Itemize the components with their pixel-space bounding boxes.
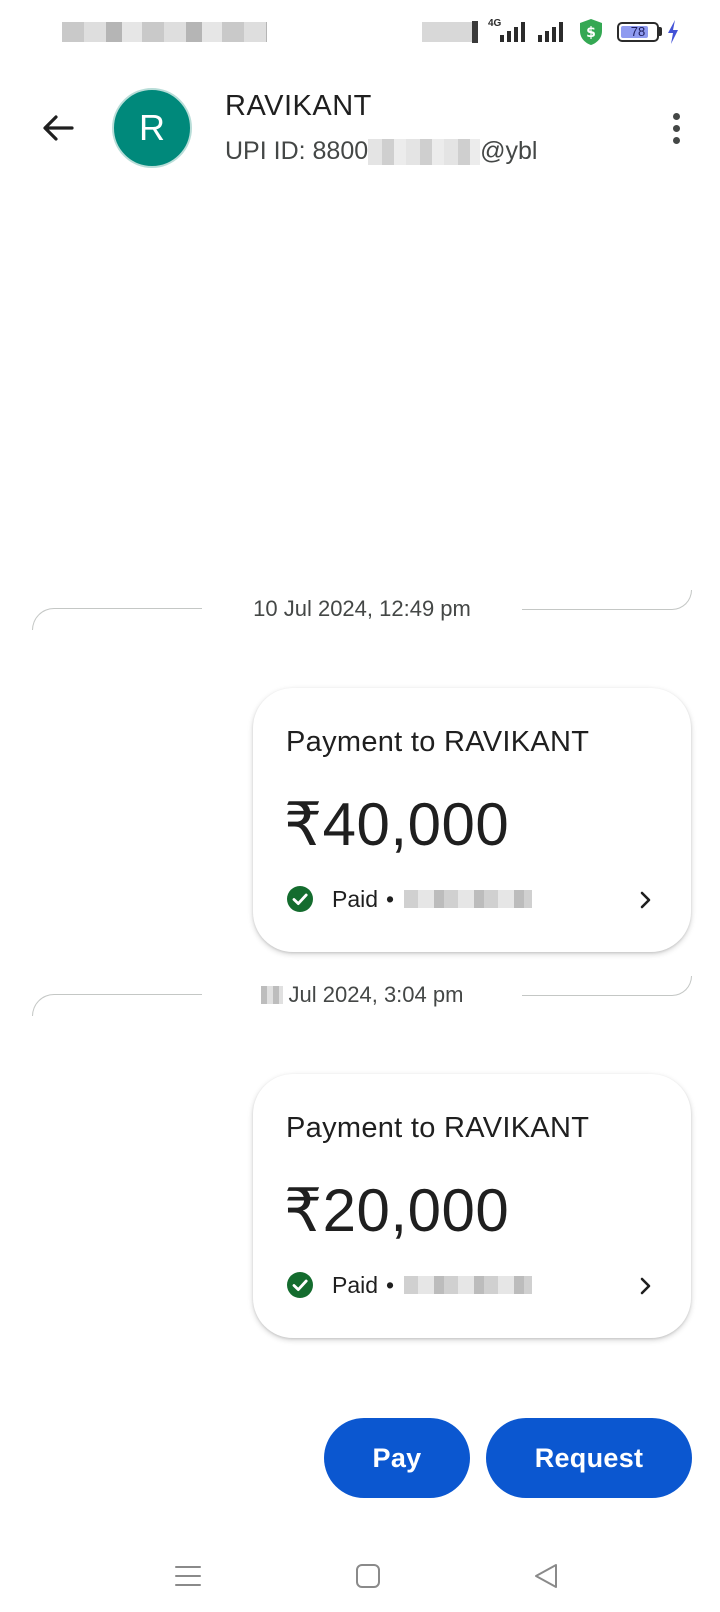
- battery-tip: [659, 27, 662, 36]
- payment-status-label: Paid: [332, 885, 379, 912]
- transaction-date-text: Jul 2024, 3:04 pm: [288, 982, 464, 1007]
- battery-icon: 78: [617, 22, 659, 42]
- network-indicator: [472, 21, 478, 43]
- check-circle-icon: [287, 1272, 313, 1298]
- payment-title: Payment to RAVIKANT: [286, 726, 590, 758]
- redacted-day: [260, 986, 283, 1004]
- home-square-icon: [356, 1564, 380, 1588]
- back-triangle-icon: [535, 1564, 557, 1588]
- signal-icon: [538, 20, 563, 42]
- redacted-time: [62, 22, 267, 42]
- more-vert-icon-dot: [672, 136, 680, 144]
- check-circle-icon: [287, 886, 313, 912]
- payment-status-label: Paid: [332, 1271, 379, 1298]
- request-button[interactable]: Request: [486, 1418, 692, 1498]
- payment-history-screen: 4G $ 78 R RAVIKANT UPI ID: 8800 @ybl 10 …: [0, 0, 720, 1612]
- more-options-button[interactable]: [652, 104, 700, 152]
- upi-id: UPI ID: 8800 @ybl: [225, 137, 537, 166]
- signal-icon: [500, 20, 525, 42]
- chevron-right-icon: [640, 891, 651, 909]
- shield-dollar-icon: $: [580, 19, 602, 45]
- redacted-upi-digits: [368, 138, 481, 165]
- status-bar: 4G $ 78: [0, 0, 720, 64]
- status-separator: •: [386, 1271, 395, 1298]
- payment-title: Payment to RAVIKANT: [286, 1112, 590, 1144]
- chevron-right-icon: [640, 1277, 651, 1295]
- system-back-button[interactable]: [522, 1552, 570, 1600]
- upi-id-prefix: UPI ID: 8800: [225, 137, 369, 165]
- payment-card[interactable]: Payment to RAVIKANT ₹40,000 Paid •: [253, 688, 691, 952]
- pay-button[interactable]: Pay: [324, 1418, 470, 1498]
- date-separator: Jul 2024, 3:04 pm: [32, 976, 692, 1016]
- charging-bolt-icon: [668, 20, 678, 44]
- transaction-date: 10 Jul 2024, 12:49 pm: [253, 596, 471, 621]
- payment-amount: ₹20,000: [284, 1177, 510, 1244]
- svg-text:$: $: [586, 25, 596, 41]
- payment-status: Paid •: [286, 1270, 533, 1300]
- payment-card[interactable]: Payment to RAVIKANT ₹20,000 Paid •: [253, 1074, 691, 1338]
- date-separator: 10 Jul 2024, 12:49 pm: [32, 590, 692, 630]
- redacted-transaction-detail: [404, 890, 533, 908]
- more-vert-icon-dot: [672, 124, 680, 132]
- upi-id-suffix: @ybl: [480, 137, 538, 165]
- arrow-back-icon: [43, 115, 74, 141]
- status-separator: •: [386, 885, 395, 912]
- contact-name: RAVIKANT: [225, 90, 372, 122]
- back-button[interactable]: [30, 100, 86, 156]
- menu-icon: [175, 1566, 201, 1586]
- redacted-network-speed: [422, 22, 474, 42]
- transaction-date: Jul 2024, 3:04 pm: [32, 982, 692, 1008]
- avatar-initial: R: [139, 107, 165, 148]
- more-vert-icon: [672, 112, 680, 120]
- home-button[interactable]: [344, 1552, 392, 1600]
- recent-apps-button[interactable]: [164, 1552, 212, 1600]
- payment-amount: ₹40,000: [284, 791, 510, 858]
- redacted-transaction-detail: [404, 1276, 533, 1294]
- battery-level: 78: [630, 24, 646, 39]
- payment-status: Paid •: [286, 884, 533, 914]
- system-nav-bar: [0, 1540, 720, 1612]
- avatar[interactable]: R: [112, 88, 192, 168]
